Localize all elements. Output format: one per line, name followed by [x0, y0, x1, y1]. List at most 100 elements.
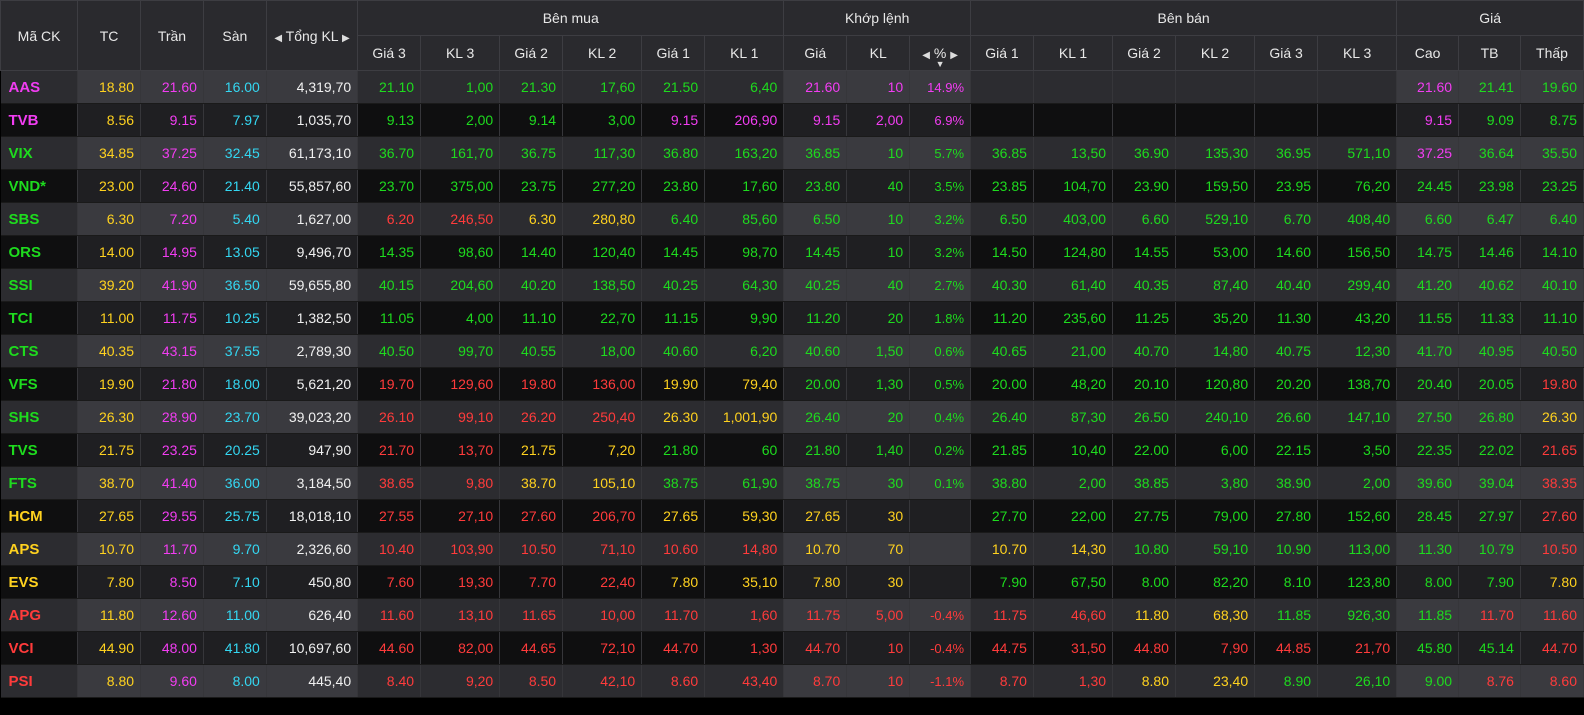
- buy-price-2[interactable]: 10.50: [499, 532, 564, 566]
- sell-vol-3[interactable]: 21,70: [1317, 631, 1398, 665]
- sell-vol-1[interactable]: 14,30: [1033, 532, 1114, 566]
- buy-price-2[interactable]: 44.65: [499, 631, 564, 665]
- sell-vol-1[interactable]: 21,00: [1033, 334, 1114, 368]
- sell-price-1[interactable]: 11.20: [970, 301, 1034, 335]
- buy-vol-2[interactable]: 3,00: [562, 103, 643, 137]
- buy-vol-2[interactable]: 280,80: [562, 202, 643, 236]
- buy-vol-3[interactable]: 13,70: [420, 433, 501, 467]
- sell-price-3[interactable]: 23.95: [1254, 169, 1319, 203]
- buy-vol-3[interactable]: 19,30: [420, 565, 501, 599]
- stock-symbol[interactable]: ORS: [0, 235, 79, 269]
- buy-vol-2[interactable]: 138,50: [562, 268, 643, 302]
- sell-price-2[interactable]: 40.35: [1112, 268, 1176, 302]
- header-sell-vol-2[interactable]: KL 2: [1174, 35, 1256, 71]
- buy-vol-2[interactable]: 250,40: [562, 400, 643, 434]
- stock-symbol[interactable]: CTS: [0, 334, 79, 368]
- buy-price-1[interactable]: 21.80: [641, 433, 706, 467]
- buy-price-3[interactable]: 11.05: [357, 301, 422, 335]
- sell-vol-2[interactable]: [1175, 70, 1256, 104]
- buy-vol-2[interactable]: 22,70: [562, 301, 643, 335]
- buy-price-2[interactable]: 36.75: [499, 136, 564, 170]
- buy-vol-3[interactable]: 13,10: [420, 598, 501, 632]
- buy-vol-1[interactable]: 206,90: [704, 103, 785, 137]
- sell-vol-1[interactable]: 104,70: [1033, 169, 1114, 203]
- buy-price-1[interactable]: 14.45: [641, 235, 706, 269]
- buy-price-3[interactable]: 44.60: [357, 631, 422, 665]
- stock-symbol[interactable]: VIX: [0, 136, 79, 170]
- buy-price-3[interactable]: 9.13: [357, 103, 422, 137]
- table-row[interactable]: SSI 39.20 41.90 36.50 59,655,80 40.15 204,60 40…: [0, 268, 1584, 302]
- sell-price-3[interactable]: 10.90: [1254, 532, 1319, 566]
- stock-symbol[interactable]: AAS: [0, 70, 79, 104]
- sell-price-2[interactable]: 8.80: [1112, 664, 1176, 698]
- sell-price-2[interactable]: 11.80: [1112, 598, 1176, 632]
- sell-price-2[interactable]: [1112, 70, 1176, 104]
- sell-price-1[interactable]: 23.85: [970, 169, 1034, 203]
- triangle-right-icon[interactable]: ▶: [950, 50, 958, 61]
- sell-vol-1[interactable]: 403,00: [1033, 202, 1114, 236]
- sell-price-2[interactable]: 27.75: [1112, 499, 1176, 533]
- sell-price-2[interactable]: 14.55: [1112, 235, 1176, 269]
- stock-symbol[interactable]: APS: [0, 532, 79, 566]
- buy-vol-2[interactable]: 17,60: [562, 70, 643, 104]
- sell-vol-3[interactable]: 152,60: [1317, 499, 1398, 533]
- sell-vol-2[interactable]: 120,80: [1175, 367, 1256, 401]
- sell-price-1[interactable]: [970, 70, 1034, 104]
- sell-price-1[interactable]: 38.80: [970, 466, 1034, 500]
- buy-vol-1[interactable]: 1,60: [704, 598, 785, 632]
- buy-vol-1[interactable]: 85,60: [704, 202, 785, 236]
- sell-vol-1[interactable]: 31,50: [1033, 631, 1114, 665]
- table-row[interactable]: EVS 7.80 8.50 7.10 450,80 7.60 19,30 7.70 22,40 7…: [0, 565, 1584, 599]
- sell-vol-3[interactable]: 2,00: [1317, 466, 1398, 500]
- header-match-price[interactable]: Giá: [783, 35, 848, 71]
- buy-vol-3[interactable]: 82,00: [420, 631, 501, 665]
- header-buy-price-2[interactable]: Giá 2: [499, 35, 564, 71]
- buy-price-2[interactable]: 14.40: [499, 235, 564, 269]
- sell-vol-2[interactable]: 68,30: [1175, 598, 1256, 632]
- stock-symbol[interactable]: FTS: [0, 466, 79, 500]
- buy-vol-2[interactable]: 72,10: [562, 631, 643, 665]
- sell-vol-3[interactable]: 12,30: [1317, 334, 1398, 368]
- table-row[interactable]: APS 10.70 11.70 9.70 2,326,60 10.40 103,90 10.5…: [0, 532, 1584, 566]
- buy-vol-1[interactable]: 6,40: [704, 70, 785, 104]
- buy-price-1[interactable]: 11.15: [641, 301, 706, 335]
- buy-vol-2[interactable]: 206,70: [562, 499, 643, 533]
- stock-symbol[interactable]: TCI: [0, 301, 79, 335]
- sell-price-2[interactable]: 40.70: [1112, 334, 1176, 368]
- buy-vol-1[interactable]: 61,90: [704, 466, 785, 500]
- buy-price-2[interactable]: 40.20: [499, 268, 564, 302]
- sell-vol-3[interactable]: 113,00: [1317, 532, 1398, 566]
- header-high[interactable]: Cao: [1396, 35, 1460, 71]
- buy-price-3[interactable]: 6.20: [357, 202, 422, 236]
- sell-price-2[interactable]: 8.00: [1112, 565, 1176, 599]
- sell-price-3[interactable]: 40.75: [1254, 334, 1319, 368]
- sell-vol-1[interactable]: 13,50: [1033, 136, 1114, 170]
- buy-vol-1[interactable]: 43,40: [704, 664, 785, 698]
- header-sell-price-2[interactable]: Giá 2: [1112, 35, 1176, 71]
- buy-price-3[interactable]: 21.10: [357, 70, 422, 104]
- header-buy-vol-3[interactable]: KL 3: [420, 35, 501, 71]
- sell-price-2[interactable]: 44.80: [1112, 631, 1176, 665]
- sell-price-2[interactable]: [1112, 103, 1176, 137]
- buy-price-1[interactable]: 26.30: [641, 400, 706, 434]
- table-row[interactable]: CTS 40.35 43.15 37.55 2,789,30 40.50 99,70 40.5…: [0, 334, 1584, 368]
- buy-vol-2[interactable]: 105,10: [562, 466, 643, 500]
- buy-price-2[interactable]: 23.75: [499, 169, 564, 203]
- sell-vol-3[interactable]: 156,50: [1317, 235, 1398, 269]
- buy-price-1[interactable]: 44.70: [641, 631, 706, 665]
- header-floor[interactable]: Sàn: [202, 0, 267, 71]
- table-row[interactable]: FTS 38.70 41.40 36.00 3,184,50 38.65 9,80 38.70…: [0, 466, 1584, 500]
- buy-price-3[interactable]: 38.65: [357, 466, 422, 500]
- sell-vol-1[interactable]: 61,40: [1033, 268, 1114, 302]
- buy-price-3[interactable]: 19.70: [357, 367, 422, 401]
- buy-vol-3[interactable]: 99,70: [420, 334, 501, 368]
- buy-price-2[interactable]: 21.30: [499, 70, 564, 104]
- buy-vol-1[interactable]: 17,60: [704, 169, 785, 203]
- sell-vol-2[interactable]: 159,50: [1175, 169, 1256, 203]
- sell-price-2[interactable]: 20.10: [1112, 367, 1176, 401]
- sell-vol-3[interactable]: 138,70: [1317, 367, 1398, 401]
- buy-price-3[interactable]: 36.70: [357, 136, 422, 170]
- sell-vol-3[interactable]: [1317, 103, 1398, 137]
- sell-vol-2[interactable]: 82,20: [1175, 565, 1256, 599]
- sell-price-1[interactable]: 8.70: [970, 664, 1034, 698]
